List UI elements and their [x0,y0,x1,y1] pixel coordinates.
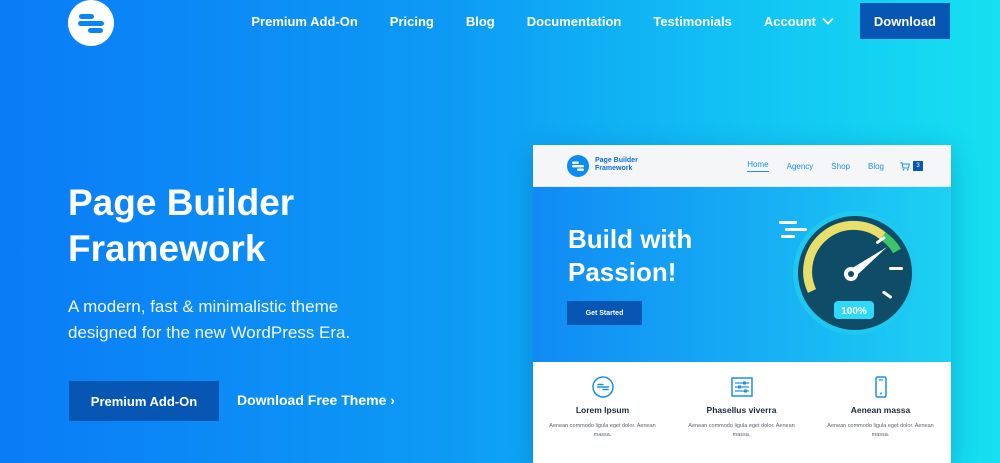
speed-line [781,235,795,238]
feature-text: Aenean commodo ligula eget dolor. Aenean… [688,423,795,438]
mockup-logo-icon [567,155,589,177]
chevron-down-icon [822,17,834,25]
logo-icon [78,14,104,33]
feature-title: Lorem Ipsum [575,405,630,415]
mockup-nav-shop[interactable]: Shop [831,162,850,171]
feature-text: Aenean commodo ligula eget dolor. Aenean… [827,423,934,438]
feature-card: Aenean massa Aenean commodo ligula eget … [811,362,950,463]
nav-documentation[interactable]: Documentation [527,14,622,29]
speed-gauge-illustration: 100% [779,211,917,335]
mockup-cart[interactable]: 3 [900,161,923,171]
mockup-nav-home[interactable]: Home [747,160,769,172]
nav-account[interactable]: Account [764,14,834,29]
feature-title: Phasellus viverra [706,405,777,415]
speed-line [785,228,807,231]
feature-text: Aenean commodo ligula eget dolor. Aenean… [549,423,656,438]
feature-title: Aenean massa [850,405,911,415]
gauge-percent-label: 100% [841,306,867,317]
get-started-button[interactable]: Get Started [567,301,642,325]
mockup-header: Page Builder Framework Home Agency Shop … [533,145,951,187]
download-button[interactable]: Download [859,3,950,39]
mockup-hero: Build with Passion! Get Started 100% [533,187,951,362]
download-free-theme-link[interactable]: Download Free Theme › [237,392,395,408]
mobile-icon [874,376,887,398]
nav-premium-add-on[interactable]: Premium Add-On [251,14,357,29]
hero-subtitle: A modern, fast & minimalistic theme desi… [68,297,351,342]
sliders-icon [730,377,753,397]
cart-count-badge: 3 [913,161,923,171]
mockup-nav: Home Agency Shop Blog 3 [729,160,923,172]
mockup-nav-blog[interactable]: Blog [868,162,884,171]
cart-icon [900,161,910,171]
hero-title: Page Builder Framework [68,182,295,269]
mockup-features: Lorem Ipsum Aenean commodo ligula eget d… [533,362,951,463]
nav-pricing[interactable]: Pricing [390,14,434,29]
site-logo[interactable] [68,0,114,46]
mockup-nav-agency[interactable]: Agency [787,162,814,171]
main-nav: Premium Add-On Pricing Blog Documentatio… [251,0,950,42]
mockup-hero-title: Build with Passion! [568,224,693,287]
premium-add-on-button[interactable]: Premium Add-On [69,381,219,421]
feature-card: Lorem Ipsum Aenean commodo ligula eget d… [533,362,672,463]
nav-blog[interactable]: Blog [466,14,495,29]
speed-line [779,221,797,224]
equals-circle-icon [591,376,614,398]
theme-preview-mockup: Page Builder Framework Home Agency Shop … [533,145,951,463]
nav-testimonials[interactable]: Testimonials [653,14,732,29]
mockup-brand: Page Builder Framework [595,157,638,172]
feature-card: Phasellus viverra Aenean commodo ligula … [672,362,811,463]
